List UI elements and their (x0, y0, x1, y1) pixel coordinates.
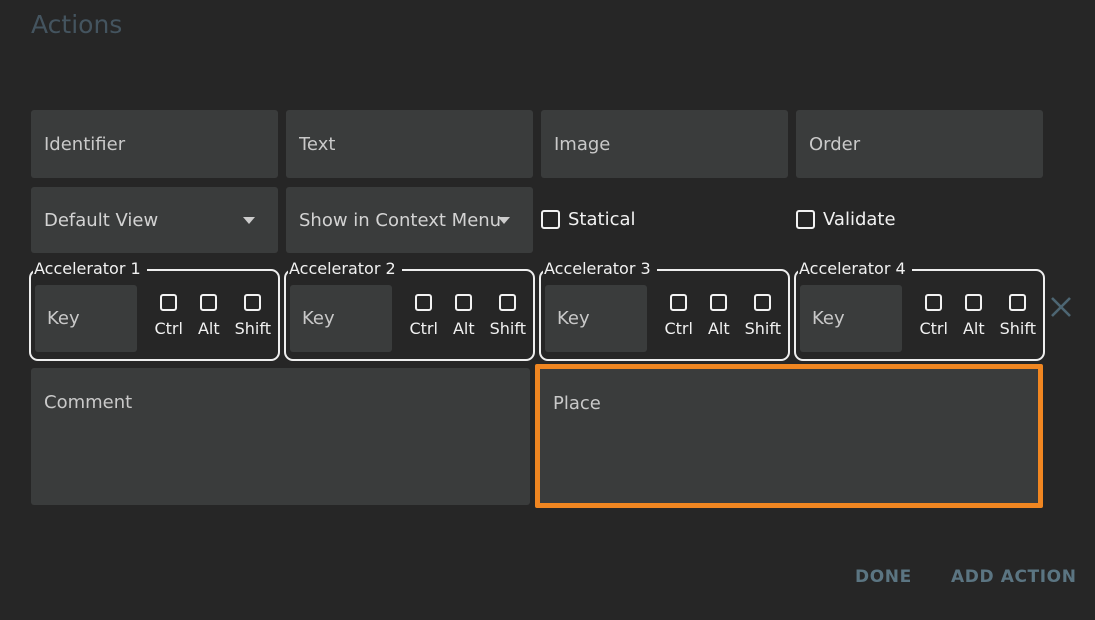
comment-textarea[interactable] (31, 368, 530, 505)
page-title: Actions (31, 10, 122, 39)
accelerator-3-shift[interactable]: Shift (745, 294, 781, 338)
alt-checkbox[interactable] (200, 294, 217, 311)
accelerator-1-key-input[interactable] (35, 285, 137, 352)
actions-dialog: Actions Default View Show in Context Men… (0, 0, 1095, 620)
place-textarea[interactable] (540, 369, 1038, 503)
ctrl-checkbox[interactable] (160, 294, 177, 311)
shift-label: Shift (1000, 319, 1036, 338)
chevron-down-icon (498, 217, 510, 224)
ctrl-checkbox[interactable] (925, 294, 942, 311)
accelerator-3-alt[interactable]: Alt (708, 294, 730, 338)
accelerator-2-ctrl[interactable]: Ctrl (409, 294, 437, 338)
accelerator-4-modifiers: Ctrl Alt Shift (919, 294, 1036, 338)
accelerator-2-key-input[interactable] (290, 285, 392, 352)
image-input[interactable] (541, 110, 788, 178)
statical-checkbox[interactable] (541, 210, 560, 229)
ctrl-label: Ctrl (919, 319, 947, 338)
validate-checkbox-row[interactable]: Validate (796, 205, 896, 233)
validate-checkbox[interactable] (796, 210, 815, 229)
alt-label: Alt (198, 319, 220, 338)
shift-label: Shift (490, 319, 526, 338)
accelerator-4-alt[interactable]: Alt (963, 294, 985, 338)
add-action-button[interactable]: ADD ACTION (951, 567, 1077, 587)
done-button[interactable]: DONE (855, 567, 912, 587)
accelerator-1-legend: Accelerator 1 (33, 259, 147, 278)
ctrl-label: Ctrl (154, 319, 182, 338)
accelerator-2-shift[interactable]: Shift (490, 294, 526, 338)
accelerator-3-modifiers: Ctrl Alt Shift (664, 294, 781, 338)
view-select-value: Default View (31, 210, 158, 231)
accelerator-4-legend: Accelerator 4 (798, 259, 912, 278)
accelerator-3-legend: Accelerator 3 (543, 259, 657, 278)
alt-label: Alt (963, 319, 985, 338)
accelerator-3-key-input[interactable] (545, 285, 647, 352)
context-menu-select-value: Show in Context Menu (286, 210, 501, 231)
accelerator-2-legend: Accelerator 2 (288, 259, 402, 278)
close-icon[interactable] (1049, 295, 1073, 319)
shift-checkbox[interactable] (244, 294, 261, 311)
accelerator-2-alt[interactable]: Alt (453, 294, 475, 338)
accelerator-1-fieldset: Accelerator 1 Ctrl Alt Shift (29, 269, 280, 361)
shift-checkbox[interactable] (499, 294, 516, 311)
alt-checkbox[interactable] (965, 294, 982, 311)
accelerator-2-fieldset: Accelerator 2 Ctrl Alt Shift (284, 269, 535, 361)
order-input[interactable] (796, 110, 1043, 178)
accelerator-1-modifiers: Ctrl Alt Shift (154, 294, 271, 338)
alt-checkbox[interactable] (710, 294, 727, 311)
place-highlight-border (535, 364, 1043, 508)
shift-label: Shift (235, 319, 271, 338)
accelerator-4-ctrl[interactable]: Ctrl (919, 294, 947, 338)
accelerator-1-ctrl[interactable]: Ctrl (154, 294, 182, 338)
accelerator-1-alt[interactable]: Alt (198, 294, 220, 338)
accelerator-3-fieldset: Accelerator 3 Ctrl Alt Shift (539, 269, 790, 361)
statical-label: Statical (568, 209, 636, 230)
chevron-down-icon (243, 217, 255, 224)
identifier-input[interactable] (31, 110, 278, 178)
accelerator-4-shift[interactable]: Shift (1000, 294, 1036, 338)
shift-checkbox[interactable] (1009, 294, 1026, 311)
accelerator-4-fieldset: Accelerator 4 Ctrl Alt Shift (794, 269, 1045, 361)
alt-label: Alt (453, 319, 475, 338)
ctrl-label: Ctrl (409, 319, 437, 338)
view-select[interactable]: Default View (31, 187, 278, 253)
shift-label: Shift (745, 319, 781, 338)
ctrl-checkbox[interactable] (670, 294, 687, 311)
alt-label: Alt (708, 319, 730, 338)
context-menu-select[interactable]: Show in Context Menu (286, 187, 533, 253)
shift-checkbox[interactable] (754, 294, 771, 311)
ctrl-checkbox[interactable] (415, 294, 432, 311)
accelerator-1-shift[interactable]: Shift (235, 294, 271, 338)
accelerator-4-key-input[interactable] (800, 285, 902, 352)
statical-checkbox-row[interactable]: Statical (541, 205, 636, 233)
accelerator-2-modifiers: Ctrl Alt Shift (409, 294, 526, 338)
ctrl-label: Ctrl (664, 319, 692, 338)
text-input[interactable] (286, 110, 533, 178)
alt-checkbox[interactable] (455, 294, 472, 311)
accelerator-3-ctrl[interactable]: Ctrl (664, 294, 692, 338)
validate-label: Validate (823, 209, 896, 230)
